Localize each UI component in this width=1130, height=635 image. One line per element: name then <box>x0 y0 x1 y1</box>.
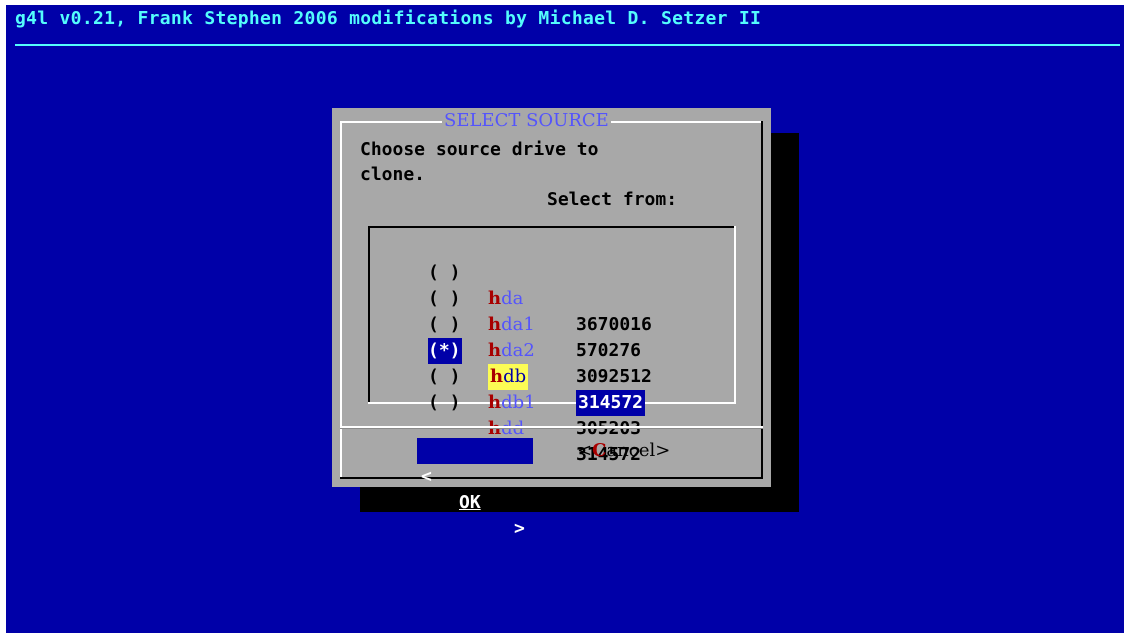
cancel-button[interactable]: <Cancel> <box>577 438 692 464</box>
backtitle: g4l v0.21, Frank Stephen 2006 modificati… <box>15 8 762 29</box>
prompt-line-1: Choose source drive to <box>360 139 599 160</box>
drive-size: 3092512 <box>576 366 652 387</box>
dialog-title: SELECT SOURCE <box>442 110 611 131</box>
drive-size: 570276 <box>576 340 642 361</box>
cancel-label: ancel <box>606 440 656 461</box>
prompt-line-2: clone. <box>360 164 426 185</box>
list-frame-left <box>368 226 370 404</box>
cancel-bracket-right: > <box>655 440 671 461</box>
radio-button[interactable]: ( ) <box>428 390 462 416</box>
terminal-screen: g4l v0.21, Frank Stephen 2006 modificati… <box>6 5 1124 633</box>
list-frame-right <box>734 226 736 404</box>
cancel-bracket-left: < <box>577 440 593 461</box>
button-separator-shade <box>340 428 763 429</box>
list-item-hda[interactable]: ( ) hda 3670016 <box>428 234 652 335</box>
ok-button[interactable]: < OK > <box>417 438 533 539</box>
list-item-hdb1[interactable]: ( ) hdb1 305203 <box>428 338 641 439</box>
dialog-frame-bottom <box>340 477 763 479</box>
drive-size: 3670016 <box>576 314 652 335</box>
drive-list[interactable]: ( ) hda 3670016 ( ) hda1 570276 ( ) hda2… <box>368 226 736 465</box>
cancel-hotkey: C <box>592 440 607 461</box>
list-item-hdb[interactable]: (*) hdb 314572 <box>428 312 646 416</box>
ok-label: OK <box>459 492 481 513</box>
list-heading: Select from: <box>547 189 678 210</box>
list-item-hda2[interactable]: ( ) hda2 3092512 <box>428 286 652 387</box>
select-source-dialog: SELECT SOURCE Choose source drive to clo… <box>332 108 771 539</box>
backtitle-underline <box>15 44 1120 46</box>
list-frame-top <box>368 226 736 228</box>
ok-bracket-left: < <box>421 466 432 487</box>
list-frame-bottom <box>368 402 736 404</box>
ok-bracket-right: > <box>514 518 525 539</box>
list-item-hdd[interactable]: ( ) hdd 314572 <box>428 364 641 465</box>
list-item-hda1[interactable]: ( ) hda1 570276 <box>428 260 641 361</box>
drive-size: 314572 <box>576 390 646 416</box>
